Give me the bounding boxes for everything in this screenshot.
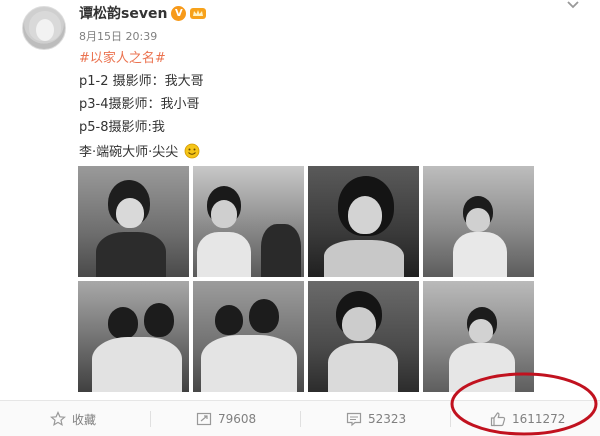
photo-7[interactable] xyxy=(308,281,419,392)
verified-badge-icon[interactable]: V xyxy=(171,5,187,21)
post-line-2: p3-4摄影师：我小哥 xyxy=(79,97,200,112)
author-row: 谭松韵seven V xyxy=(79,3,207,23)
photo-8[interactable] xyxy=(423,281,534,392)
repost-button[interactable]: 79608 xyxy=(196,401,256,436)
star-icon xyxy=(50,411,66,427)
avatar-face xyxy=(36,19,54,41)
post-time[interactable]: 8月15日 20:39 xyxy=(79,28,157,44)
chevron-down-icon[interactable] xyxy=(566,0,580,10)
post-line-4: 李·端碗大师·尖尖 xyxy=(79,145,179,160)
comment-button[interactable]: 52323 xyxy=(346,401,406,436)
comment-count: 52323 xyxy=(368,412,407,426)
photo-6[interactable] xyxy=(193,281,304,392)
photo-4[interactable] xyxy=(423,166,534,277)
photo-3[interactable] xyxy=(308,166,419,277)
photo-grid xyxy=(78,166,534,392)
comment-icon xyxy=(346,412,362,427)
post-line-3: p5-8摄影师:我 xyxy=(79,120,165,135)
action-divider xyxy=(150,411,151,427)
crown-icon[interactable] xyxy=(189,6,207,20)
avatar[interactable] xyxy=(22,6,66,50)
post-line-1: p1-2 摄影师：我大哥 xyxy=(79,74,204,89)
hashtag-link[interactable]: #以家人之名# xyxy=(79,51,166,67)
photo-2[interactable] xyxy=(193,166,304,277)
favorite-button[interactable]: 收藏 xyxy=(50,401,96,436)
smile-icon xyxy=(185,143,200,159)
action-divider xyxy=(450,411,451,427)
thumbs-up-icon xyxy=(490,412,506,427)
favorite-label: 收藏 xyxy=(72,412,97,427)
action-bar: 收藏 79608 52323 1611272 xyxy=(0,400,600,436)
author-name[interactable]: 谭松韵seven xyxy=(79,3,167,23)
hashtag-text[interactable]: #以家人之名# xyxy=(79,51,166,66)
action-divider xyxy=(300,411,301,427)
like-count: 1611272 xyxy=(512,412,566,426)
repost-icon xyxy=(196,412,212,426)
photo-5[interactable] xyxy=(78,281,189,392)
like-button[interactable]: 1611272 xyxy=(490,401,565,436)
post-line-4-wrap: 李·端碗大师·尖尖 xyxy=(79,143,200,161)
repost-count: 79608 xyxy=(218,412,257,426)
photo-1[interactable] xyxy=(78,166,189,277)
